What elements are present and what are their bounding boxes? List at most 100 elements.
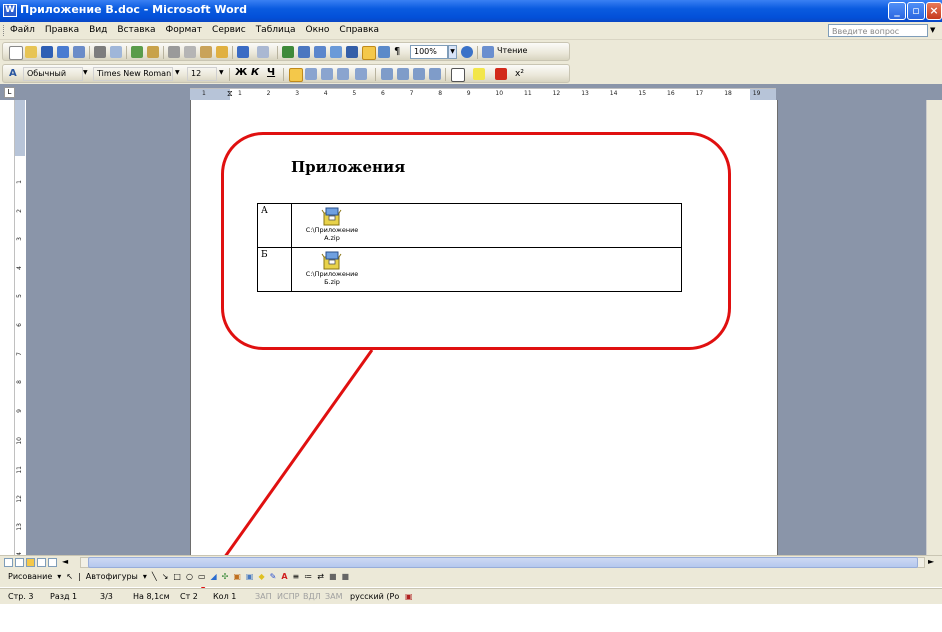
indent-marker-icon[interactable]: ⧖ [227,89,233,98]
hyperlink-icon[interactable] [282,46,294,58]
email-icon[interactable] [73,46,85,58]
drawing-icon[interactable] [362,46,376,60]
chevron-down-icon[interactable]: ▼ [930,26,935,34]
fill-color-icon[interactable]: ◆ [258,572,264,581]
print-icon[interactable] [94,46,106,58]
shadow-icon[interactable]: ■ [329,572,337,581]
align-left-icon[interactable] [289,68,303,82]
tables-borders-icon[interactable] [298,46,310,58]
scroll-right-icon[interactable]: ► [928,557,934,566]
ask-question-input[interactable]: Введите вопрос [828,24,928,37]
columns-icon[interactable] [346,46,358,58]
cut-icon[interactable] [168,46,180,58]
menu-edit[interactable]: Правка [45,25,79,35]
font-size-combo[interactable]: 12 [187,67,217,81]
status-ext[interactable]: ВДЛ [303,592,321,601]
chevron-down-icon[interactable]: ▼ [219,69,224,76]
open-folder-icon[interactable] [25,46,37,58]
menu-insert[interactable]: Вставка [117,25,155,35]
rectangle-icon[interactable]: □ [173,572,181,581]
font-color-icon[interactable]: A [281,572,287,581]
font-color-icon[interactable] [495,68,507,80]
autoshapes-menu[interactable]: Автофигуры [86,572,138,581]
line-spacing-icon[interactable] [355,68,367,80]
diagram-icon[interactable]: ✣ [222,572,229,581]
reading-view-button[interactable] [48,558,57,567]
clipart-icon[interactable]: ▣ [233,572,241,581]
close-button[interactable]: × [926,2,942,20]
help-icon[interactable] [461,46,473,58]
horizontal-scroll-thumb[interactable] [88,557,918,568]
zoom-combo[interactable]: 100% [410,45,448,59]
select-objects-icon[interactable]: ↖ [66,572,73,581]
new-document-icon[interactable] [9,46,23,60]
superscript-icon[interactable]: x² [515,68,527,80]
decrease-indent-icon[interactable] [413,68,425,80]
maximize-button[interactable]: ▫ [907,2,925,20]
line-color-icon[interactable]: ✎ [270,572,277,581]
minimize-button[interactable]: _ [888,2,906,20]
pilcrow-icon[interactable]: ¶ [394,46,406,58]
menu-file[interactable]: Файл [10,25,35,35]
chevron-down-icon[interactable]: ▾ [57,572,61,581]
increase-indent-icon[interactable] [429,68,441,80]
justify-icon[interactable] [337,68,349,80]
style-combo[interactable]: Обычный [23,67,83,81]
insert-table-icon[interactable] [314,46,326,58]
scroll-left-icon[interactable]: ◄ [62,557,68,566]
dash-style-icon[interactable]: ≔ [304,572,312,581]
permission-icon[interactable] [57,46,69,58]
chevron-down-icon[interactable]: ▼ [448,45,457,59]
oval-icon[interactable]: ○ [186,572,193,581]
italic-button[interactable]: К [251,67,259,78]
arrow-style-icon[interactable]: ⇄ [317,572,324,581]
wordart-icon[interactable]: ◢ [211,572,217,581]
reading-layout-icon[interactable] [482,46,494,58]
web-layout-button[interactable] [15,558,24,567]
horizontal-ruler[interactable]: 1 ⧖ 1 2 3 4 5 6 7 8 9 10 11 12 13 14 15 16 17 18 19 [190,88,776,100]
styles-icon[interactable]: A [9,68,21,80]
spelling-icon[interactable] [131,46,143,58]
borders-icon[interactable] [451,68,465,82]
bold-button[interactable]: Ж [235,67,247,78]
align-right-icon[interactable] [321,68,333,80]
tab-selector[interactable]: L [4,87,15,98]
menu-help[interactable]: Справка [339,25,379,35]
underline-button[interactable]: Ч [267,67,275,78]
format-painter-icon[interactable] [216,46,228,58]
vertical-scrollbar[interactable] [926,100,942,555]
spelling-status-icon[interactable]: ▣ [405,592,413,601]
font-combo[interactable]: Times New Roman [93,67,173,81]
arrow-icon[interactable]: ↘ [162,572,169,581]
menu-tools[interactable]: Сервис [212,25,246,35]
status-ovr[interactable]: ЗАМ [325,592,343,601]
textbox-icon[interactable]: ▭ [198,572,206,581]
menu-view[interactable]: Вид [89,25,107,35]
line-icon[interactable]: ╲ [152,572,157,581]
copy-icon[interactable] [184,46,196,58]
insert-excel-icon[interactable] [330,46,342,58]
highlight-icon[interactable] [473,68,485,80]
menu-table[interactable]: Таблица [256,25,296,35]
align-center-icon[interactable] [305,68,317,80]
chevron-down-icon[interactable]: ▾ [143,572,147,581]
menu-format[interactable]: Формат [166,25,203,35]
toolbar-grip[interactable] [3,25,6,36]
menu-window[interactable]: Окно [306,25,330,35]
document-map-icon[interactable] [378,46,390,58]
draw-menu[interactable]: Рисование [8,572,52,581]
paste-icon[interactable] [200,46,212,58]
research-icon[interactable] [147,46,159,58]
save-icon[interactable] [41,46,53,58]
vertical-ruler[interactable]: 1234567891011121314 [14,100,25,559]
reading-button-label[interactable]: Чтение [497,46,527,55]
status-rec[interactable]: ЗАП [255,592,272,601]
3d-icon[interactable]: ■ [342,572,350,581]
undo-icon[interactable] [237,46,249,58]
picture-icon[interactable]: ▣ [246,572,254,581]
normal-view-button[interactable] [4,558,13,567]
line-style-icon[interactable]: ≡ [293,572,300,581]
outline-view-button[interactable] [37,558,46,567]
redo-icon[interactable] [257,46,269,58]
chevron-down-icon[interactable]: ▼ [83,69,88,76]
